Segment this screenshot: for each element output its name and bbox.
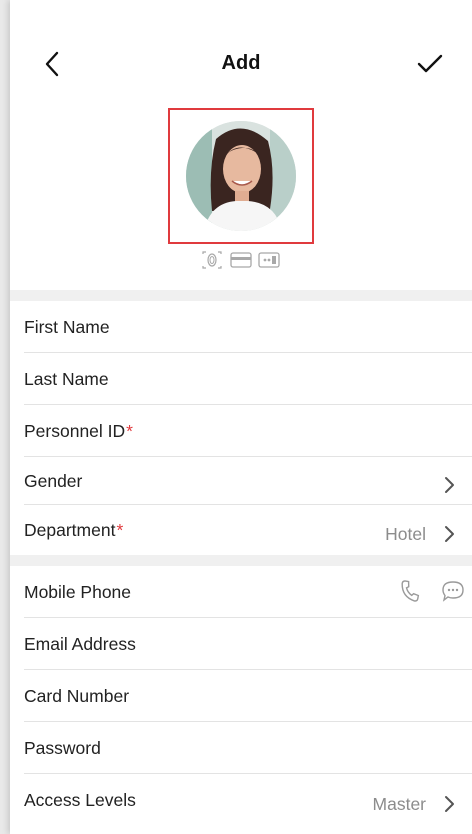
chevron-right-icon bbox=[445, 796, 454, 812]
field-label: Access Levels bbox=[24, 790, 136, 810]
section-separator bbox=[10, 290, 472, 301]
field-label: Department* bbox=[24, 520, 123, 541]
credential-icons bbox=[200, 250, 290, 270]
field-label: Password bbox=[24, 738, 101, 758]
fingerprint-icon[interactable] bbox=[200, 251, 224, 269]
chevron-right-icon bbox=[445, 526, 454, 542]
mobile-phone-field[interactable]: Mobile Phone bbox=[24, 566, 472, 618]
field-label-text: Department bbox=[24, 520, 116, 540]
field-label-text: Personnel ID bbox=[24, 421, 126, 441]
required-marker: * bbox=[116, 520, 124, 540]
phone-actions bbox=[398, 579, 466, 608]
message-icon[interactable] bbox=[440, 579, 466, 608]
field-label: First Name bbox=[24, 317, 110, 337]
email-address-field[interactable]: Email Address bbox=[24, 618, 472, 670]
password-field[interactable]: Password bbox=[24, 722, 472, 774]
first-name-field[interactable]: First Name bbox=[24, 301, 472, 353]
field-label: Last Name bbox=[24, 369, 109, 389]
checkmark-icon bbox=[417, 54, 443, 73]
page-title: Add bbox=[221, 52, 261, 74]
header: Add bbox=[10, 0, 472, 96]
section-separator bbox=[10, 555, 472, 566]
phone-icon[interactable] bbox=[398, 579, 422, 608]
card-reader-icon[interactable] bbox=[258, 252, 280, 268]
access-levels-value: Master bbox=[372, 794, 426, 814]
card-number-field[interactable]: Card Number bbox=[24, 670, 472, 722]
card-icon[interactable] bbox=[230, 252, 252, 268]
chevron-right-icon bbox=[445, 477, 454, 493]
field-label: Mobile Phone bbox=[24, 582, 132, 602]
gender-field[interactable]: Gender bbox=[24, 457, 472, 505]
field-label: Gender bbox=[24, 471, 83, 491]
access-levels-field[interactable]: Access Levels Master bbox=[24, 774, 472, 826]
last-name-field[interactable]: Last Name bbox=[24, 353, 472, 405]
save-button[interactable] bbox=[412, 48, 448, 80]
department-value: Hotel bbox=[385, 524, 426, 544]
profile-photo-button[interactable] bbox=[168, 108, 314, 244]
photo-section bbox=[10, 96, 472, 290]
user-photo bbox=[186, 121, 296, 231]
field-label: Personnel ID* bbox=[24, 421, 133, 442]
department-field[interactable]: Department* Hotel bbox=[24, 505, 472, 555]
personnel-id-field[interactable]: Personnel ID* bbox=[24, 405, 472, 457]
field-label: Card Number bbox=[24, 686, 130, 706]
app-frame: Add First Name Last Name Personnel ID* G… bbox=[10, 0, 472, 834]
field-label: Email Address bbox=[24, 634, 136, 654]
required-marker: * bbox=[126, 421, 133, 441]
